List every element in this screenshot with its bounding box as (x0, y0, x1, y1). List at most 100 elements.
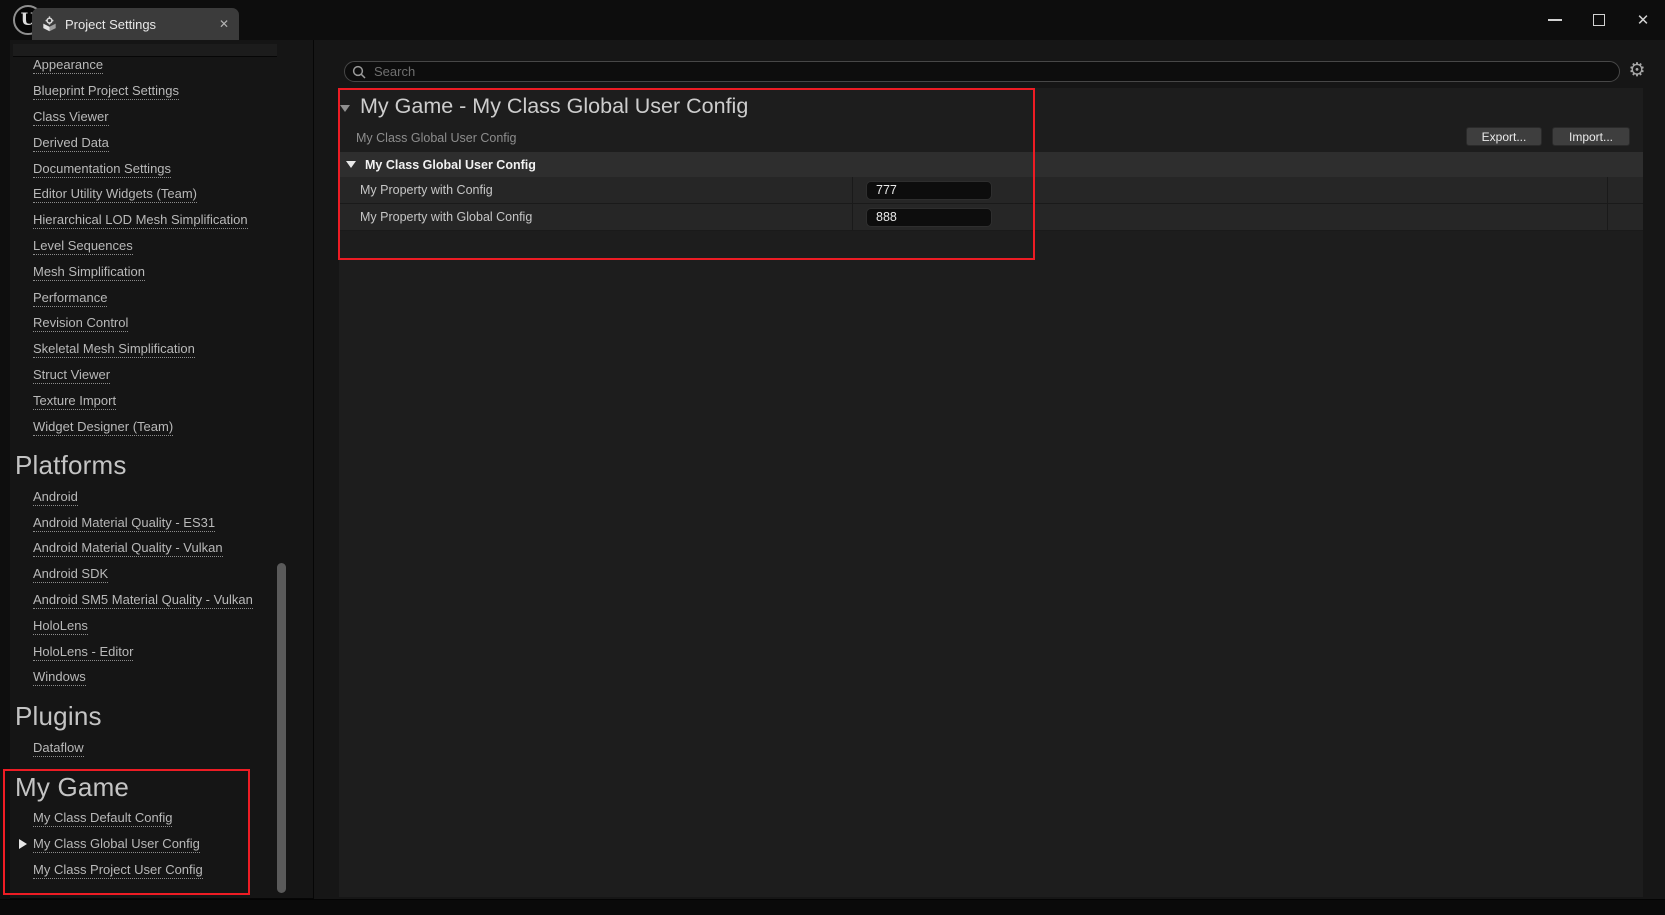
sidebar-item-label: Widget Designer (Team) (33, 419, 173, 436)
sidebar-section-my-game: My Class Default Config My Class Global … (10, 806, 313, 883)
sidebar-item[interactable]: Editor Utility Widgets (Team) (10, 182, 313, 208)
sidebar-item[interactable]: Hierarchical LOD Mesh Simplification (10, 208, 313, 234)
sidebar-item[interactable]: Widget Designer (Team) (10, 414, 313, 440)
sidebar-item[interactable]: Appearance (10, 53, 313, 79)
sidebar-header-my-game: My Game (10, 769, 313, 806)
sidebar-item[interactable]: HoloLens (10, 613, 313, 639)
sidebar-item-label: Revision Control (33, 315, 128, 332)
sidebar-item-label: Level Sequences (33, 238, 133, 255)
category-collapse-caret-icon[interactable] (340, 105, 350, 112)
sidebar-item[interactable]: Performance (10, 285, 313, 311)
sidebar-item-label: Skeletal Mesh Simplification (33, 341, 195, 358)
sidebar-item[interactable]: Texture Import (10, 388, 313, 414)
search-bar[interactable] (344, 61, 1620, 82)
sidebar-header-plugins: Plugins (10, 698, 313, 735)
sidebar-item-label: Android Material Quality - ES31 (33, 515, 215, 532)
sidebar-item-label: Android (33, 489, 78, 506)
maximize-button[interactable] (1577, 0, 1621, 40)
sidebar-item-label: My Class Default Config (33, 810, 172, 827)
sidebar-item-label: Hierarchical LOD Mesh Simplification (33, 212, 248, 229)
reset-to-default-cell[interactable] (1608, 177, 1643, 203)
sidebar-scrollbar[interactable] (277, 563, 286, 893)
property-name-label: My Property with Global Config (360, 210, 532, 224)
property-name-cell: My Property with Config (339, 177, 853, 203)
property-table: My Property with Config 777 My Property … (339, 177, 1643, 231)
sidebar-header-platforms: Platforms (10, 447, 313, 484)
sidebar-item[interactable]: My Class Global User Config (10, 831, 313, 857)
sidebar-item[interactable]: Revision Control (10, 311, 313, 337)
close-icon: ✕ (1637, 13, 1650, 28)
category-title: My Game - My Class Global User Config (360, 94, 748, 119)
property-value-input[interactable]: 888 (866, 208, 992, 227)
property-row[interactable]: My Property with Config 777 (339, 177, 1643, 204)
sidebar-item[interactable]: Dataflow (10, 735, 313, 761)
sidebar-item-label: HoloLens - Editor (33, 644, 133, 661)
sidebar-section-editor: Appearance Blueprint Project Settings Cl… (10, 53, 313, 440)
tab-close-icon[interactable]: ✕ (219, 18, 229, 30)
sidebar-item-label: Blueprint Project Settings (33, 83, 179, 100)
minimize-icon (1548, 19, 1562, 21)
sidebar-item[interactable]: Android SDK (10, 562, 313, 588)
sidebar-item[interactable]: Skeletal Mesh Simplification (10, 337, 313, 363)
sidebar-item[interactable]: Android Material Quality - ES31 (10, 510, 313, 536)
sidebar-item[interactable]: Android SM5 Material Quality - Vulkan (10, 588, 313, 614)
property-value-cell: 777 (853, 177, 1608, 203)
sidebar-item[interactable]: Android (10, 484, 313, 510)
sidebar-item-label: Android Material Quality - Vulkan (33, 540, 223, 557)
sidebar-item[interactable]: Windows (10, 665, 313, 691)
property-name-label: My Property with Config (360, 183, 493, 197)
sidebar-item[interactable]: My Class Default Config (10, 806, 313, 832)
sidebar-item[interactable]: HoloLens - Editor (10, 639, 313, 665)
property-name-cell: My Property with Global Config (339, 204, 853, 230)
sidebar-item[interactable]: Class Viewer (10, 105, 313, 131)
section-header-bar[interactable]: My Class Global User Config (339, 152, 1643, 177)
window-bottom-border (0, 899, 1665, 915)
section-header-label: My Class Global User Config (365, 158, 536, 172)
section-collapse-caret-icon[interactable] (346, 161, 356, 168)
export-button[interactable]: Export... (1466, 127, 1542, 146)
sidebar-item-label: Class Viewer (33, 109, 109, 126)
import-button[interactable]: Import... (1552, 127, 1630, 146)
sidebar-item[interactable]: Derived Data (10, 130, 313, 156)
sidebar-item-label: Dataflow (33, 740, 84, 757)
window-controls: ✕ (1533, 0, 1665, 40)
sidebar-item[interactable]: Struct Viewer (10, 363, 313, 389)
expander-arrow-icon[interactable] (19, 839, 27, 849)
project-settings-window: U Project Settings ✕ ✕ (0, 0, 1665, 915)
view-options-gear-icon[interactable]: ⚙ (1626, 59, 1648, 81)
tab-title: Project Settings (65, 17, 156, 32)
sidebar-item-label: Windows (33, 669, 86, 686)
minimize-button[interactable] (1533, 0, 1577, 40)
sidebar-item[interactable]: Blueprint Project Settings (10, 79, 313, 105)
settings-category-sidebar: Appearance Blueprint Project Settings Cl… (10, 40, 313, 899)
sidebar-item-label: HoloLens (33, 618, 88, 635)
sidebar-item-label: Editor Utility Widgets (Team) (33, 186, 197, 203)
search-icon (352, 65, 366, 79)
tab-project-settings[interactable]: Project Settings ✕ (32, 8, 239, 40)
sidebar-item-label: My Class Global User Config (33, 836, 200, 853)
sidebar-item[interactable]: Mesh Simplification (10, 259, 313, 285)
sidebar-section-plugins: Dataflow (10, 735, 313, 761)
sidebar-item[interactable]: Level Sequences (10, 234, 313, 260)
sidebar-item-label: Documentation Settings (33, 161, 171, 178)
sidebar-item-label: Mesh Simplification (33, 264, 145, 281)
category-subtitle: My Class Global User Config (356, 131, 516, 145)
sidebar-item-label: Performance (33, 290, 107, 307)
sidebar-item[interactable]: My Class Project User Config (10, 857, 313, 883)
property-value-cell: 888 (853, 204, 1608, 230)
reset-to-default-cell[interactable] (1608, 204, 1643, 230)
project-settings-icon (41, 16, 58, 33)
sidebar-item-label: Struct Viewer (33, 367, 110, 384)
sidebar-item[interactable]: Android Material Quality - Vulkan (10, 536, 313, 562)
sidebar-item-label: Texture Import (33, 393, 116, 410)
close-button[interactable]: ✕ (1621, 0, 1665, 40)
maximize-icon (1593, 14, 1605, 26)
sidebar-item[interactable]: Documentation Settings (10, 156, 313, 182)
property-value-input[interactable]: 777 (866, 181, 992, 200)
sidebar-section-platforms: Android Android Material Quality - ES31 … (10, 484, 313, 690)
property-row[interactable]: My Property with Global Config 888 (339, 204, 1643, 231)
search-input[interactable] (372, 63, 1619, 80)
sidebar-item-label: Android SDK (33, 566, 108, 583)
sidebar-item-label: My Class Project User Config (33, 862, 203, 879)
title-bar: U Project Settings ✕ ✕ (0, 0, 1665, 40)
